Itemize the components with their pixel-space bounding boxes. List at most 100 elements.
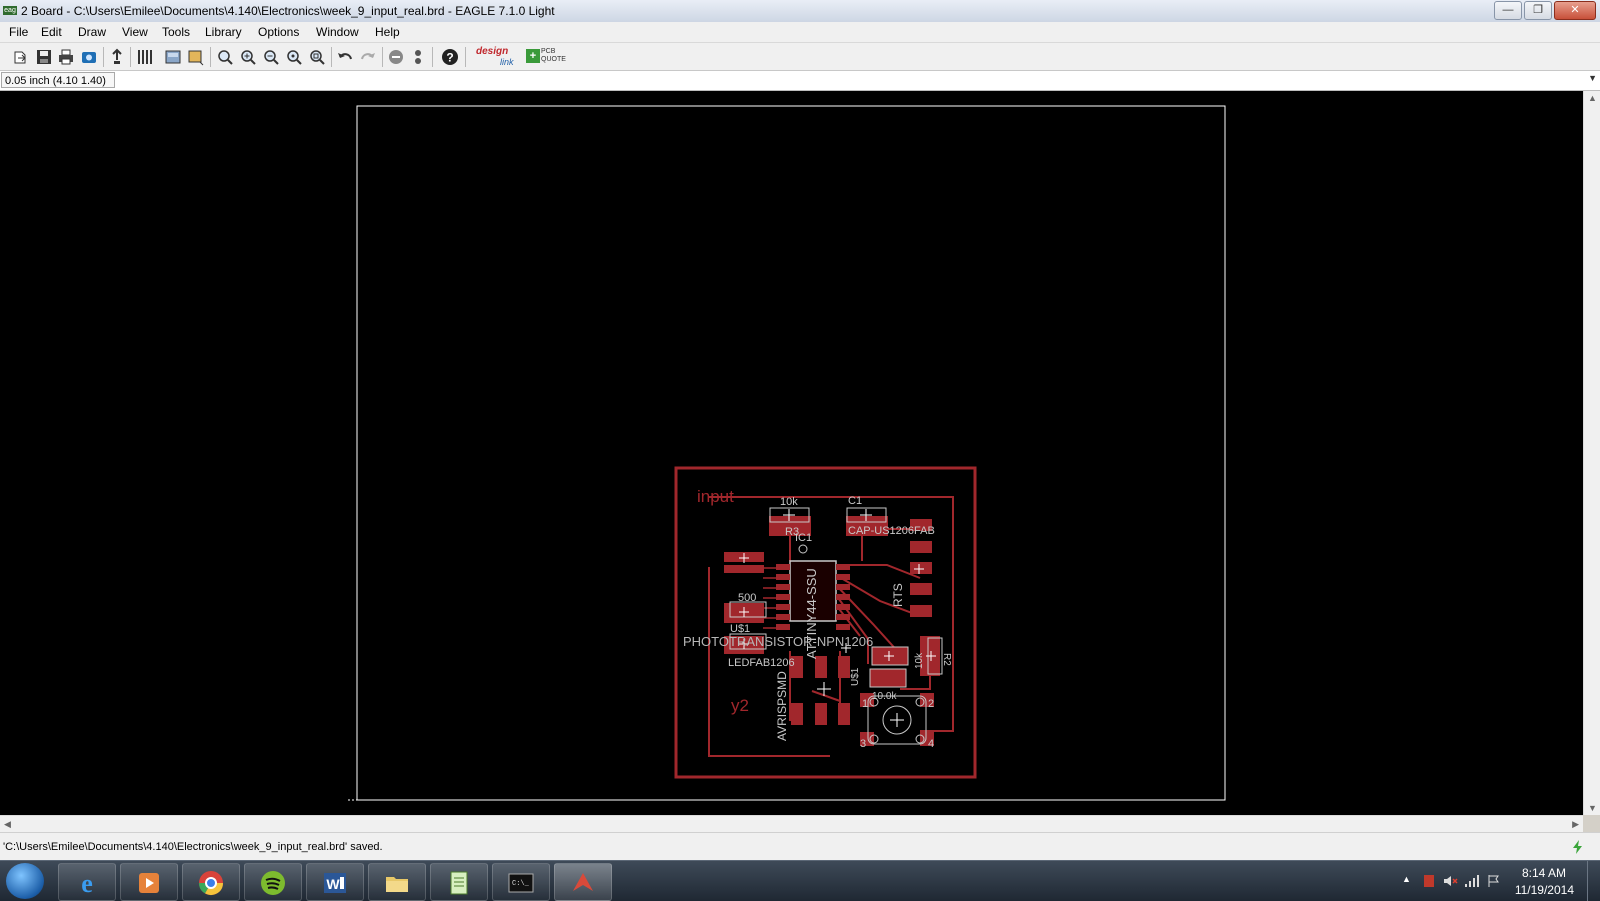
eagle-icon: [573, 873, 593, 891]
toolbar-separator: [210, 47, 211, 67]
clock-time[interactable]: 8:14 AM: [1522, 866, 1566, 880]
open-icon[interactable]: [12, 48, 30, 66]
eagle-app-icon: eag: [3, 6, 17, 15]
ic1-pin: [836, 604, 850, 610]
volume-muted-icon[interactable]: [1442, 873, 1458, 889]
taskbar-spotify[interactable]: [244, 863, 302, 901]
close-button[interactable]: ✕: [1554, 1, 1596, 20]
pad-10k: [870, 669, 906, 687]
command-input[interactable]: [118, 72, 1583, 88]
design-link-text-1: design: [476, 46, 509, 57]
label-ledfab: LEDFAB1206: [728, 657, 795, 669]
zoom-select-icon[interactable]: [308, 48, 326, 66]
undo-icon[interactable]: [336, 48, 354, 66]
scroll-left-icon[interactable]: ◀: [4, 819, 11, 830]
system-tray: ▲ 8:14 AM 11/19/2014: [1380, 861, 1600, 901]
clock-date[interactable]: 11/19/2014: [1515, 883, 1574, 897]
menu-tools[interactable]: Tools: [162, 25, 190, 39]
label-ic1-name: IC1: [795, 532, 812, 544]
menu-library[interactable]: Library: [205, 25, 242, 39]
label-r2-value: 10k: [914, 652, 925, 669]
zoom-in-icon[interactable]: [239, 48, 257, 66]
pad-rts-3: [910, 562, 932, 574]
minimize-button[interactable]: —: [1494, 1, 1522, 20]
pcb-quote-icon: +: [526, 49, 540, 63]
pad-rts-4: [910, 583, 932, 595]
label-avrispsmd: AVRISPSMD: [775, 671, 789, 741]
ic1-pin: [776, 564, 790, 570]
display-icon[interactable]: [187, 48, 205, 66]
help-icon[interactable]: ?: [441, 48, 459, 66]
scroll-right-icon[interactable]: ▶: [1572, 819, 1579, 830]
taskbar-word[interactable]: W: [306, 863, 364, 901]
menu-view[interactable]: View: [122, 25, 148, 39]
board-canvas[interactable]: input y2 10k R3 C1 CAP-US1206FAB IC1 ATT…: [0, 91, 1583, 815]
menu-draw[interactable]: Draw: [78, 25, 106, 39]
word-icon: W: [324, 873, 346, 893]
redo-icon[interactable]: [359, 48, 377, 66]
pcb-quote-button[interactable]: + PCB QUOTE: [526, 48, 566, 66]
export-icon[interactable]: [108, 48, 126, 66]
toolbar-separator: [103, 47, 104, 67]
maximize-button[interactable]: ❐: [1524, 1, 1552, 20]
taskbar-internet-explorer[interactable]: e: [58, 863, 116, 901]
pad-rts-5: [910, 605, 932, 617]
ic-left-traces: [763, 567, 777, 629]
zoom-fit-icon[interactable]: [216, 48, 234, 66]
chevron-down-icon[interactable]: ▼: [1588, 73, 1597, 83]
menu-edit[interactable]: Edit: [41, 25, 62, 39]
taskbar-eagle[interactable]: [554, 863, 612, 901]
flag-icon[interactable]: [1422, 873, 1436, 889]
ic1-pin: [836, 574, 850, 580]
taskbar-file-explorer[interactable]: [368, 863, 426, 901]
lightning-icon: [1573, 840, 1582, 854]
start-button[interactable]: [6, 863, 44, 899]
pcb-traces: [674, 466, 977, 779]
vertical-scrollbar[interactable]: ▲ ▼: [1583, 91, 1600, 815]
ic1-pin: [776, 604, 790, 610]
scroll-up-icon[interactable]: ▲: [1588, 93, 1597, 103]
network-signal-icon[interactable]: [1464, 873, 1480, 889]
zoom-redraw-icon[interactable]: [285, 48, 303, 66]
menu-file[interactable]: File: [9, 25, 28, 39]
zoom-out-icon[interactable]: [262, 48, 280, 66]
command-prompt-icon: C:\_: [508, 873, 534, 893]
toolbar: ? design link + PCB QUOTE: [0, 43, 1600, 71]
menu-help[interactable]: Help: [375, 25, 400, 39]
stop-icon[interactable]: [387, 48, 405, 66]
label-phototransistor: PHOTOTRANSISTOR-NPN1206: [683, 634, 873, 649]
toolbar-separator: [130, 47, 131, 67]
layer-icon[interactable]: [164, 48, 182, 66]
svg-text:?: ?: [446, 51, 453, 65]
grid-icon[interactable]: [136, 48, 154, 66]
taskbar-chrome[interactable]: [182, 863, 240, 901]
taskbar-command-prompt[interactable]: C:\_: [492, 863, 550, 901]
taskbar-media-player[interactable]: [120, 863, 178, 901]
menu-options[interactable]: Options: [258, 25, 299, 39]
scroll-down-icon[interactable]: ▼: [1588, 803, 1597, 813]
ic1-pin: [836, 614, 850, 620]
ic1-pin: [776, 614, 790, 620]
label-r3-value: 10k: [780, 496, 798, 508]
spotify-icon: [261, 871, 285, 895]
ic1-pin: [836, 594, 850, 600]
status-message: 'C:\Users\Emilee\Documents\4.140\Electro…: [3, 841, 383, 853]
design-link-button[interactable]: design link: [476, 46, 522, 68]
cam-icon[interactable]: [80, 48, 98, 66]
go-icon[interactable]: [409, 48, 427, 66]
menu-window[interactable]: Window: [316, 25, 359, 39]
show-hidden-icons-icon[interactable]: ▲: [1402, 874, 1411, 884]
show-desktop-button[interactable]: [1587, 861, 1600, 901]
action-center-icon[interactable]: [1486, 873, 1502, 889]
print-icon[interactable]: [57, 48, 75, 66]
window-controls: — ❐ ✕: [1494, 1, 1596, 20]
label-10k: 10.0k: [872, 691, 897, 702]
toolbar-separator: [465, 47, 466, 67]
save-icon[interactable]: [35, 48, 53, 66]
taskbar-notepad[interactable]: [430, 863, 488, 901]
title-bar: eag 2 Board - C:\Users\Emilee\Documents\…: [0, 0, 1600, 23]
folder-icon: [386, 877, 408, 892]
horizontal-scrollbar[interactable]: ◀ ▶: [0, 815, 1583, 833]
label-sw-3: 3: [860, 738, 866, 750]
status-bar: 'C:\Users\Emilee\Documents\4.140\Electro…: [0, 832, 1600, 861]
